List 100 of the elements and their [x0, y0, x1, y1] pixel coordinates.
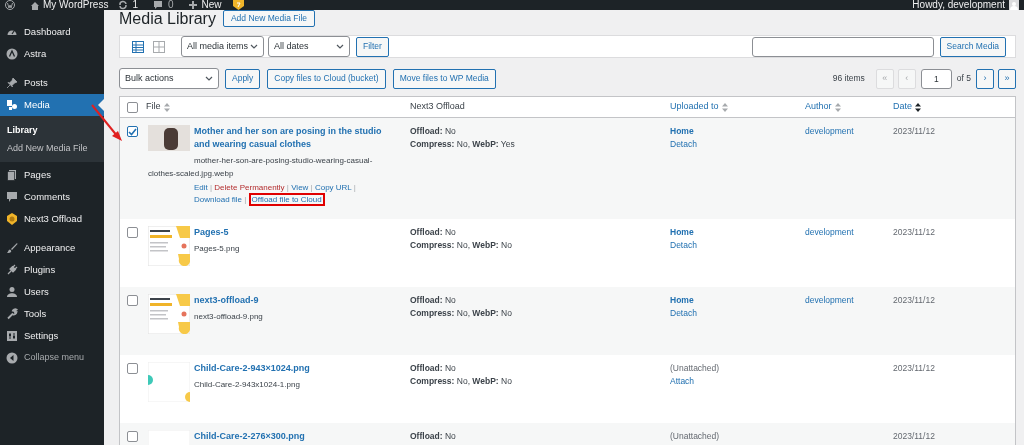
sidebar-menu-item[interactable]: Pages — [0, 164, 104, 186]
search-button[interactable]: Search Media — [939, 36, 1006, 57]
dropdown[interactable]: All dates — [268, 36, 350, 57]
row-checkbox[interactable] — [127, 363, 138, 374]
items-count: 96 items — [832, 72, 865, 85]
file-title-link[interactable]: Child-Care-2-276×300.png — [148, 430, 398, 443]
sidebar-menu-item[interactable]: Posts — [0, 72, 104, 94]
user-greeting[interactable]: Howdy, development — [912, 0, 1005, 10]
apply-button[interactable]: Apply — [225, 68, 261, 89]
media-icon — [6, 99, 18, 111]
offload-status: Offload: No — [410, 294, 457, 307]
site-name-link[interactable]: My WordPress — [43, 0, 109, 10]
pagination-button[interactable]: › — [976, 68, 994, 89]
row-action-link[interactable]: Offload file to Cloud — [248, 193, 325, 206]
row-action-link[interactable]: Download file — [194, 195, 243, 204]
separator-text: | — [210, 183, 213, 192]
annotation-arrow — [90, 103, 124, 143]
chevron-down-icon — [336, 44, 344, 49]
row-checkbox[interactable] — [127, 126, 138, 137]
page-number-field[interactable]: 1 — [920, 68, 952, 89]
search-field[interactable] — [751, 36, 934, 57]
file-title-link[interactable]: Pages-5 — [148, 226, 398, 239]
sidebar-menu-item[interactable]: Appearance — [0, 237, 104, 259]
sidebar-menu-item[interactable]: Users — [0, 281, 104, 303]
pagination-button[interactable]: » — [998, 68, 1016, 89]
row-action-link[interactable]: View — [291, 183, 309, 192]
attach-link[interactable]: Detach — [670, 307, 801, 320]
unattached-label: (Unattached) — [670, 430, 721, 443]
row-checkbox[interactable] — [127, 295, 138, 306]
shapes-thumbnail-drawing — [148, 362, 190, 402]
grid-view-icon[interactable] — [153, 40, 165, 53]
row-checkbox[interactable] — [127, 227, 138, 238]
select-all-checkbox[interactable] — [127, 101, 138, 113]
plus-icon — [187, 0, 198, 10]
checkmark-icon — [128, 127, 137, 136]
sidebar-menu-item[interactable]: Media — [0, 94, 104, 116]
separator-text: | — [353, 183, 356, 192]
updates-count[interactable]: 1 — [132, 0, 138, 10]
add-new-button[interactable]: Add New Media File — [222, 10, 315, 27]
dropdown[interactable]: All media items — [181, 36, 264, 57]
sidebar-menu-item[interactable]: Plugins — [0, 259, 104, 281]
sidebar-menu-item[interactable]: Tools — [0, 303, 104, 325]
submenu-item[interactable]: Library — [0, 121, 104, 139]
file-title-link[interactable]: next3-offload-9 — [148, 294, 398, 307]
column-sort-link[interactable]: Author — [805, 100, 832, 114]
offload-status: Offload: No — [410, 430, 457, 443]
author-name-link[interactable]: development — [805, 227, 854, 237]
compress-status: Compress: No, WebP: No — [410, 239, 513, 252]
column-sort-link[interactable]: Uploaded to — [670, 100, 719, 114]
list-view-icon[interactable] — [132, 40, 144, 53]
current-pointer-icon — [98, 99, 104, 111]
separator-text: | — [310, 183, 313, 192]
page-count: of 5 — [956, 72, 971, 85]
row-checkbox[interactable] — [127, 431, 138, 442]
attach-link[interactable]: Attach — [670, 375, 801, 388]
author-name-link[interactable]: development — [805, 126, 854, 136]
screenshot-thumbnail-drawing — [148, 294, 190, 334]
row-action-link[interactable]: Delete Permanently — [214, 183, 285, 192]
offload-status: Offload: No — [410, 362, 457, 375]
submenu-item[interactable]: Add New Media File — [0, 139, 104, 157]
home-icon — [30, 0, 40, 10]
user-icon — [6, 286, 18, 298]
dropdown[interactable]: Bulk actions — [119, 68, 219, 89]
file-title-link[interactable]: Mother and her son are posing in the studio and wearing casual clothes — [148, 125, 398, 151]
new-link[interactable]: New — [201, 0, 222, 10]
sidebar-menu-item[interactable]: Astra — [0, 43, 104, 65]
sidebar-menu-item[interactable]: Dashboard — [0, 21, 104, 43]
column-sort-link[interactable]: File — [146, 100, 161, 114]
chevron-down-icon — [250, 44, 258, 49]
sidebar-menu-item[interactable]: Comments — [0, 186, 104, 208]
date-text: 2023/11/12 — [893, 363, 935, 373]
date-text: 2023/11/12 — [893, 431, 935, 441]
toolbar-button[interactable]: Move files to WP Media — [392, 68, 496, 89]
shield-icon[interactable] — [231, 0, 245, 10]
parent-page-link[interactable]: Home — [670, 294, 801, 307]
astra-logo-icon — [6, 48, 18, 60]
column-sort-link[interactable]: Date — [893, 100, 912, 114]
attach-link[interactable]: Detach — [670, 239, 801, 252]
parent-page-link[interactable]: Home — [670, 226, 801, 239]
sidebar-menu-item[interactable]: Settings — [0, 325, 104, 347]
row-action-link[interactable]: Copy URL — [314, 183, 352, 192]
file-name: next3-offload-9.png — [193, 311, 264, 323]
toolbar-button[interactable]: Copy files to Cloud (bucket) — [267, 68, 386, 89]
file-title-link[interactable]: Child-Care-2-943×1024.png — [148, 362, 398, 375]
sidebar-menu-item[interactable]: Next3 Offload — [0, 208, 104, 230]
date-text: 2023/11/12 — [893, 126, 935, 136]
comments-count[interactable]: 0 — [167, 0, 174, 10]
row-action-link[interactable]: Edit — [194, 183, 208, 192]
unattached-label: (Unattached) — [670, 362, 721, 375]
author-name-link[interactable]: development — [805, 295, 854, 305]
attach-link[interactable]: Detach — [670, 138, 801, 151]
file-name: Child-Care-2-943x1024-1.png — [193, 379, 301, 391]
wordpress-logo-icon[interactable] — [5, 0, 15, 10]
file-name: mother-her-son-are-posing-studio-wearing-casual-clothes-scaled.jpg.webp — [148, 155, 374, 180]
parent-page-link[interactable]: Home — [670, 125, 801, 138]
refresh-icon — [118, 0, 129, 10]
offload-status: Offload: No — [410, 226, 457, 239]
photo-placeholder — [148, 125, 190, 151]
filter-button[interactable]: Filter — [356, 36, 389, 57]
collapse-menu-button[interactable]: Collapse menu — [24, 351, 85, 365]
